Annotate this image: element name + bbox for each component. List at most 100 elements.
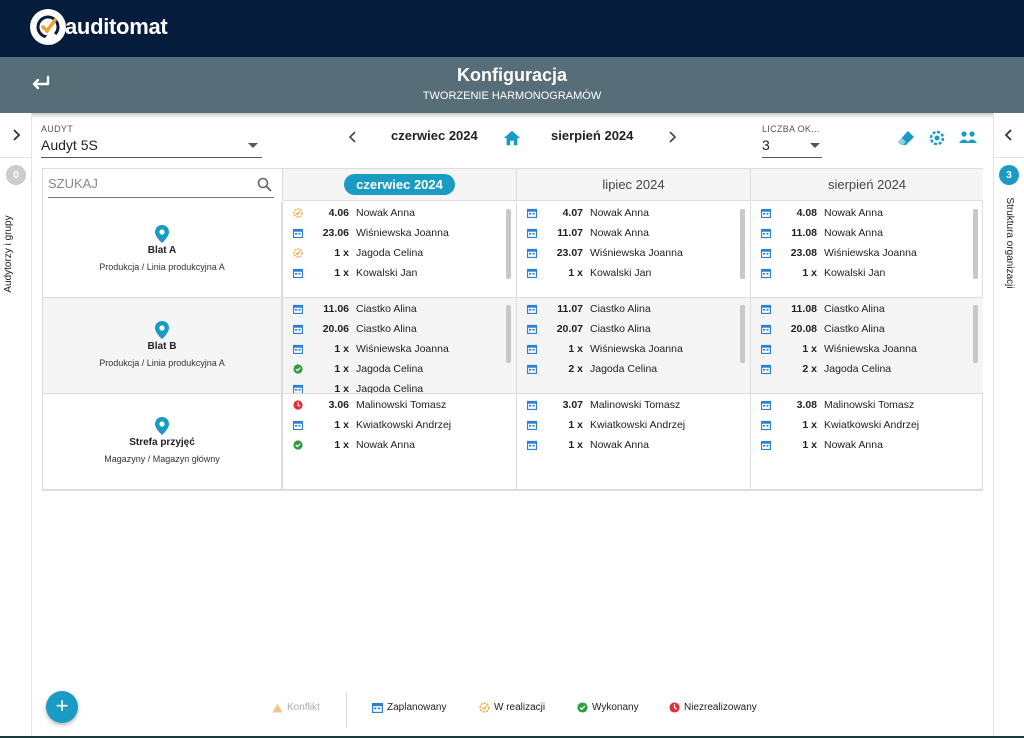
schedule-entry[interactable]: 3.08 Malinowski Tomasz xyxy=(751,395,914,415)
entry-date: 3.08 xyxy=(796,399,817,411)
calendar-icon xyxy=(526,364,538,375)
schedule-entry[interactable]: 4.08 Nowak Anna xyxy=(751,203,883,223)
not-done-icon xyxy=(293,400,303,410)
schedule-entry[interactable]: 1 x Wiśniewska Joanna xyxy=(283,339,449,359)
legend-divider xyxy=(346,692,347,728)
eraser-icon[interactable] xyxy=(896,128,916,148)
home-icon[interactable] xyxy=(503,129,521,147)
count-select[interactable]: LICZBA OK... 3 xyxy=(762,124,822,158)
next-month-chevron-icon[interactable] xyxy=(666,130,678,144)
schedule-entry[interactable]: 1 x Kwiatkowski Andrzej xyxy=(751,415,919,435)
search-input[interactable] xyxy=(48,176,248,191)
schedule-cell[interactable]: 11.07 Ciastko Alina 20.07 Ciastko Alina 1 x W… xyxy=(516,298,750,394)
schedule-entry[interactable]: 1 x Jagoda Celina xyxy=(283,359,423,379)
schedule-entry[interactable]: 11.08 Ciastko Alina xyxy=(751,299,885,319)
schedule-entry[interactable]: 4.07 Nowak Anna xyxy=(517,203,649,223)
add-button[interactable]: + xyxy=(46,691,78,723)
schedule-entry[interactable]: 1 x Kwiatkowski Andrzej xyxy=(517,415,685,435)
schedule-cell[interactable]: 3.07 Malinowski Tomasz 1 x Kwiatkowski Andr… xyxy=(516,394,750,490)
expand-left-chevron-icon[interactable] xyxy=(8,127,24,143)
people-icon[interactable] xyxy=(958,128,978,148)
audit-select[interactable]: AUDYT Audyt 5S xyxy=(41,124,262,158)
month-header-label[interactable]: sierpień 2024 xyxy=(828,177,906,192)
schedule-entry[interactable]: 1 x Nowak Anna xyxy=(283,435,415,455)
schedule-cell[interactable]: 3.08 Malinowski Tomasz 1 x Kwiatkowski Andr… xyxy=(750,394,983,490)
schedule-entry[interactable]: 23.07 Wiśniewska Joanna xyxy=(517,243,683,263)
schedule-cell[interactable]: 3.06 Malinowski Tomasz 1 x Kwiatkowski Andr… xyxy=(282,394,516,490)
schedule-entry[interactable]: 1 x Jagoda Celina xyxy=(283,379,423,393)
cell-scrollbar[interactable] xyxy=(973,305,978,363)
prev-month-label[interactable]: czerwiec 2024 xyxy=(391,128,478,143)
month-header-label[interactable]: lipiec 2024 xyxy=(602,177,664,192)
schedule-entry[interactable]: 4.06 Nowak Anna xyxy=(283,203,415,223)
schedule-entry[interactable]: 2 x Jagoda Celina xyxy=(517,359,657,379)
calendar-icon xyxy=(526,440,538,451)
entry-date: 23.06 xyxy=(322,227,349,239)
cell-scrollbar[interactable] xyxy=(740,305,745,363)
schedule-entry[interactable]: 3.06 Malinowski Tomasz xyxy=(283,395,446,415)
location-cell[interactable]: Blat B Produkcja / Linia produkcyjna A xyxy=(43,298,282,394)
calendar-icon xyxy=(526,208,538,219)
month-header-label[interactable]: czerwiec 2024 xyxy=(344,174,455,195)
calendar-icon xyxy=(526,304,538,315)
entry-auditor: Nowak Anna xyxy=(824,207,883,219)
calendar-icon xyxy=(526,400,538,411)
calendar-icon xyxy=(760,344,772,355)
cell-scrollbar[interactable] xyxy=(740,209,745,279)
calendar-icon xyxy=(292,228,304,239)
schedule-entry[interactable]: 11.07 Ciastko Alina xyxy=(517,299,651,319)
schedule-entry[interactable]: 20.08 Ciastko Alina xyxy=(751,319,885,339)
schedule-entry[interactable]: 23.06 Wiśniewska Joanna xyxy=(283,223,449,243)
entry-auditor: Wiśniewska Joanna xyxy=(824,247,917,259)
divider xyxy=(994,157,1024,158)
schedule-entry[interactable]: 1 x Wiśniewska Joanna xyxy=(517,339,683,359)
schedule-entry[interactable]: 1 x Wiśniewska Joanna xyxy=(751,339,917,359)
schedule-cell[interactable]: 11.06 Ciastko Alina 20.06 Ciastko Alina 1 x W… xyxy=(282,298,516,394)
schedule-cell[interactable]: 11.08 Ciastko Alina 20.08 Ciastko Alina 1 x W… xyxy=(750,298,983,394)
settings-icon[interactable] xyxy=(927,128,947,148)
schedule-entry[interactable]: 11.06 Ciastko Alina xyxy=(283,299,417,319)
done-check-icon xyxy=(293,364,303,374)
schedule-entry[interactable]: 1 x Kowalski Jan xyxy=(751,263,885,283)
not-done-icon xyxy=(669,702,680,713)
schedule-entry[interactable]: 1 x Nowak Anna xyxy=(517,435,649,455)
schedule-entry[interactable]: 20.07 Ciastko Alina xyxy=(517,319,651,339)
calendar-icon xyxy=(760,400,772,411)
search-box[interactable] xyxy=(48,172,274,198)
underline xyxy=(41,157,262,158)
entry-date: 23.07 xyxy=(556,247,583,259)
schedule-entry[interactable]: 2 x Jagoda Celina xyxy=(751,359,891,379)
schedule-cell[interactable]: 4.07 Nowak Anna 11.07 Nowak Anna 23.07 Wiśnie… xyxy=(516,202,750,298)
expand-right-chevron-icon[interactable] xyxy=(1001,127,1017,143)
location-cell[interactable]: Strefa przyjęć Magazyny / Magazyn główny xyxy=(43,394,282,490)
month-header-1[interactable]: lipiec 2024 xyxy=(516,169,750,201)
cell-scrollbar[interactable] xyxy=(506,209,511,279)
schedule-entry[interactable]: 1 x Jagoda Celina xyxy=(283,243,423,263)
legend-conflict: Konflikt xyxy=(272,702,320,713)
entry-date: 11.08 xyxy=(791,227,817,239)
schedule-cell[interactable]: 4.08 Nowak Anna 11.08 Nowak Anna 23.08 Wiśnie… xyxy=(750,202,983,298)
next-month-label[interactable]: sierpień 2024 xyxy=(551,128,633,143)
schedule-entry[interactable]: 11.08 Nowak Anna xyxy=(751,223,883,243)
month-header-2[interactable]: sierpień 2024 xyxy=(750,169,983,201)
cell-scrollbar[interactable] xyxy=(506,305,511,363)
schedule-entry[interactable]: 1 x Nowak Anna xyxy=(751,435,883,455)
schedule-entry[interactable]: 23.08 Wiśniewska Joanna xyxy=(751,243,917,263)
schedule-entry[interactable]: 20.06 Ciastko Alina xyxy=(283,319,417,339)
calendar-icon xyxy=(526,268,538,279)
back-arrow-icon[interactable] xyxy=(28,71,52,95)
prev-month-chevron-icon[interactable] xyxy=(347,130,359,144)
schedule-entry[interactable]: 11.07 Nowak Anna xyxy=(517,223,649,243)
location-cell[interactable]: Blat A Produkcja / Linia produkcyjna A xyxy=(43,202,282,298)
schedule-entry[interactable]: 1 x Kowalski Jan xyxy=(283,263,417,283)
search-icon[interactable] xyxy=(257,177,272,192)
schedule-entry[interactable]: 3.07 Malinowski Tomasz xyxy=(517,395,680,415)
schedule-cell[interactable]: 4.06 Nowak Anna 23.06 Wiśniewska Joanna 1 x J… xyxy=(282,202,516,298)
logo[interactable]: auditomat xyxy=(30,9,168,45)
schedule-entry[interactable]: 1 x Kowalski Jan xyxy=(517,263,651,283)
cell-scrollbar[interactable] xyxy=(973,209,978,279)
month-header-0[interactable]: czerwiec 2024 xyxy=(282,169,516,201)
calendar-icon xyxy=(526,344,538,355)
schedule-entry[interactable]: 1 x Kwiatkowski Andrzej xyxy=(283,415,451,435)
entry-auditor: Wiśniewska Joanna xyxy=(590,247,683,259)
